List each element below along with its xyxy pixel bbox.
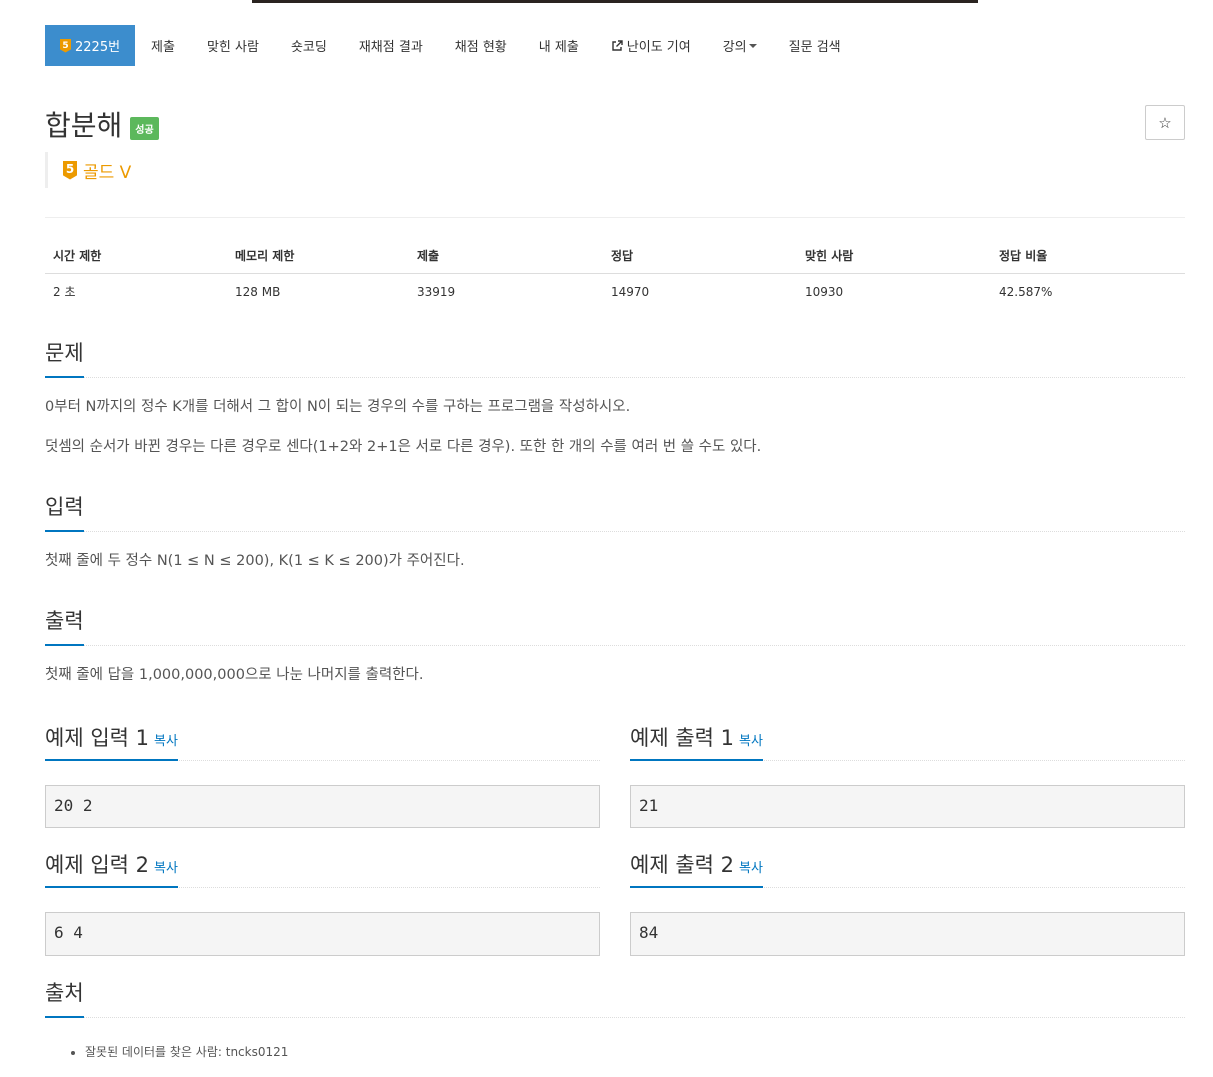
header-solved-users: 맞힌 사람: [797, 238, 991, 274]
problem-description-section: 문제 0부터 N까지의 정수 K개를 더해서 그 합이 N이 되는 경우의 수를…: [45, 338, 1185, 458]
input-header: 입력: [45, 492, 84, 532]
nav-my-submissions[interactable]: 내 제출: [523, 25, 595, 66]
problem-menu: 5 2225번 제출 맞힌 사람 숏코딩 재채점 결과 채점 현황 내 제출 난…: [45, 25, 857, 66]
problem-info-table: 시간 제한 메모리 제한 제출 정답 맞힌 사람 정답 비율 2 초 128 M…: [45, 238, 1185, 310]
sample-input-2-header: 예제 입력 2 복사: [45, 850, 178, 888]
top-banner-image: [252, 0, 978, 3]
source-header: 출처: [45, 978, 84, 1018]
status-badge: 성공: [130, 116, 159, 140]
accepted-value: 14970: [611, 284, 650, 299]
source-section: 출처: [45, 978, 1185, 1018]
sample-output-2-header: 예제 출력 2 복사: [630, 850, 763, 888]
input-description: 첫째 줄에 두 정수 N(1 ≤ N ≤ 200), K(1 ≤ K ≤ 200…: [45, 553, 465, 569]
sample-input-2: 예제 입력 2 복사 6 4: [45, 850, 600, 956]
header-time-limit: 시간 제한: [45, 238, 227, 274]
favorite-star-button[interactable]: ☆: [1145, 105, 1185, 140]
sample-output-1-header: 예제 출력 1 복사: [630, 723, 763, 761]
sample-input-2-data[interactable]: 6 4: [45, 912, 600, 956]
sample-output-1-title: 예제 출력 1: [630, 726, 734, 750]
tier-name[interactable]: 골드 V: [83, 158, 131, 183]
output-header: 출력: [45, 606, 84, 646]
memory-limit-value: 128 MB: [235, 284, 281, 299]
nav-problem-link[interactable]: 5 2225번: [45, 25, 136, 66]
description-paragraph: 0부터 N까지의 정수 K개를 더해서 그 합이 N이 되는 경우의 수를 구하…: [45, 399, 631, 415]
header-submissions: 제출: [409, 238, 603, 274]
nav-solved-users[interactable]: 맞힌 사람: [191, 25, 275, 66]
copy-button[interactable]: 복사: [154, 734, 178, 749]
nav-difficulty-contribution[interactable]: 난이도 기여: [595, 25, 707, 66]
sample-input-1-data[interactable]: 20 2: [45, 785, 600, 828]
table-row: 2 초 128 MB 33919 14970 10930 42.587%: [45, 273, 1185, 310]
external-link-icon: [612, 39, 623, 51]
section-header: 예제 출력 2 복사: [630, 850, 1185, 888]
title-row: 합분해 성공: [45, 104, 159, 144]
section-header: 출력: [45, 606, 1185, 646]
sample-output-2-data[interactable]: 84: [630, 912, 1185, 956]
nav-rejudge-results[interactable]: 재채점 결과: [343, 25, 439, 66]
solved-users-value: 10930: [805, 284, 844, 299]
header-accept-ratio: 정답 비율: [991, 238, 1185, 274]
sample-output-1-data[interactable]: 21: [630, 785, 1185, 828]
copy-button[interactable]: 복사: [154, 861, 178, 876]
output-section: 출력 첫째 줄에 답을 1,000,000,000으로 나눈 나머지를 출력한다…: [45, 606, 1185, 686]
nav-lectures-dropdown[interactable]: 강의: [707, 25, 773, 66]
source-list: 잘못된 데이터를 찾은 사람: tncks0121: [85, 1043, 288, 1060]
list-item: 잘못된 데이터를 찾은 사람: tncks0121: [85, 1043, 288, 1060]
gold-tier-icon: 5: [63, 160, 77, 180]
section-header: 예제 출력 1 복사: [630, 723, 1185, 761]
nav-lectures-label: 강의: [722, 40, 747, 55]
header-memory-limit: 메모리 제한: [227, 238, 409, 274]
section-header: 출처: [45, 978, 1185, 1018]
output-description: 첫째 줄에 답을 1,000,000,000으로 나눈 나머지를 출력한다.: [45, 667, 424, 683]
description-header: 문제: [45, 338, 84, 378]
tier-block: 5 골드 V: [45, 152, 131, 188]
nav-question-search[interactable]: 질문 검색: [773, 25, 857, 66]
page-title: 합분해: [45, 109, 123, 142]
nav-judge-status[interactable]: 채점 현황: [439, 25, 523, 66]
copy-button[interactable]: 복사: [739, 734, 763, 749]
sample-input-1: 예제 입력 1 복사 20 2: [45, 723, 600, 828]
copy-button[interactable]: 복사: [739, 861, 763, 876]
nav-submit[interactable]: 제출: [135, 25, 191, 66]
accept-ratio-value: 42.587%: [999, 284, 1053, 299]
sample-input-2-title: 예제 입력 2: [45, 853, 149, 877]
caret-down-icon: [748, 43, 757, 48]
nav-difficulty-label: 난이도 기여: [626, 40, 691, 55]
sample-output-2-title: 예제 출력 2: [630, 853, 734, 877]
submissions-value: 33919: [417, 284, 456, 299]
star-icon: ☆: [1158, 114, 1172, 132]
section-header: 입력: [45, 492, 1185, 532]
section-header: 예제 입력 1 복사: [45, 723, 600, 761]
sample-output-1: 예제 출력 1 복사 21: [630, 723, 1185, 828]
divider: [45, 217, 1185, 218]
sample-output-2: 예제 출력 2 복사 84: [630, 850, 1185, 956]
sample-input-1-header: 예제 입력 1 복사: [45, 723, 178, 761]
gold-tier-icon: 5: [60, 38, 71, 53]
nav-short-coding[interactable]: 숏코딩: [275, 25, 343, 66]
section-header: 예제 입력 2 복사: [45, 850, 600, 888]
table-header-row: 시간 제한 메모리 제한 제출 정답 맞힌 사람 정답 비율: [45, 238, 1185, 274]
header-accepted: 정답: [603, 238, 797, 274]
time-limit-value: 2 초: [53, 285, 76, 300]
section-header: 문제: [45, 338, 1185, 378]
description-paragraph: 덧셈의 순서가 바뀐 경우는 다른 경우로 센다(1+2와 2+1은 서로 다른…: [45, 439, 762, 455]
problem-id-label: 2225번: [75, 40, 121, 55]
sample-input-1-title: 예제 입력 1: [45, 726, 149, 750]
input-section: 입력 첫째 줄에 두 정수 N(1 ≤ N ≤ 200), K(1 ≤ K ≤ …: [45, 492, 1185, 572]
